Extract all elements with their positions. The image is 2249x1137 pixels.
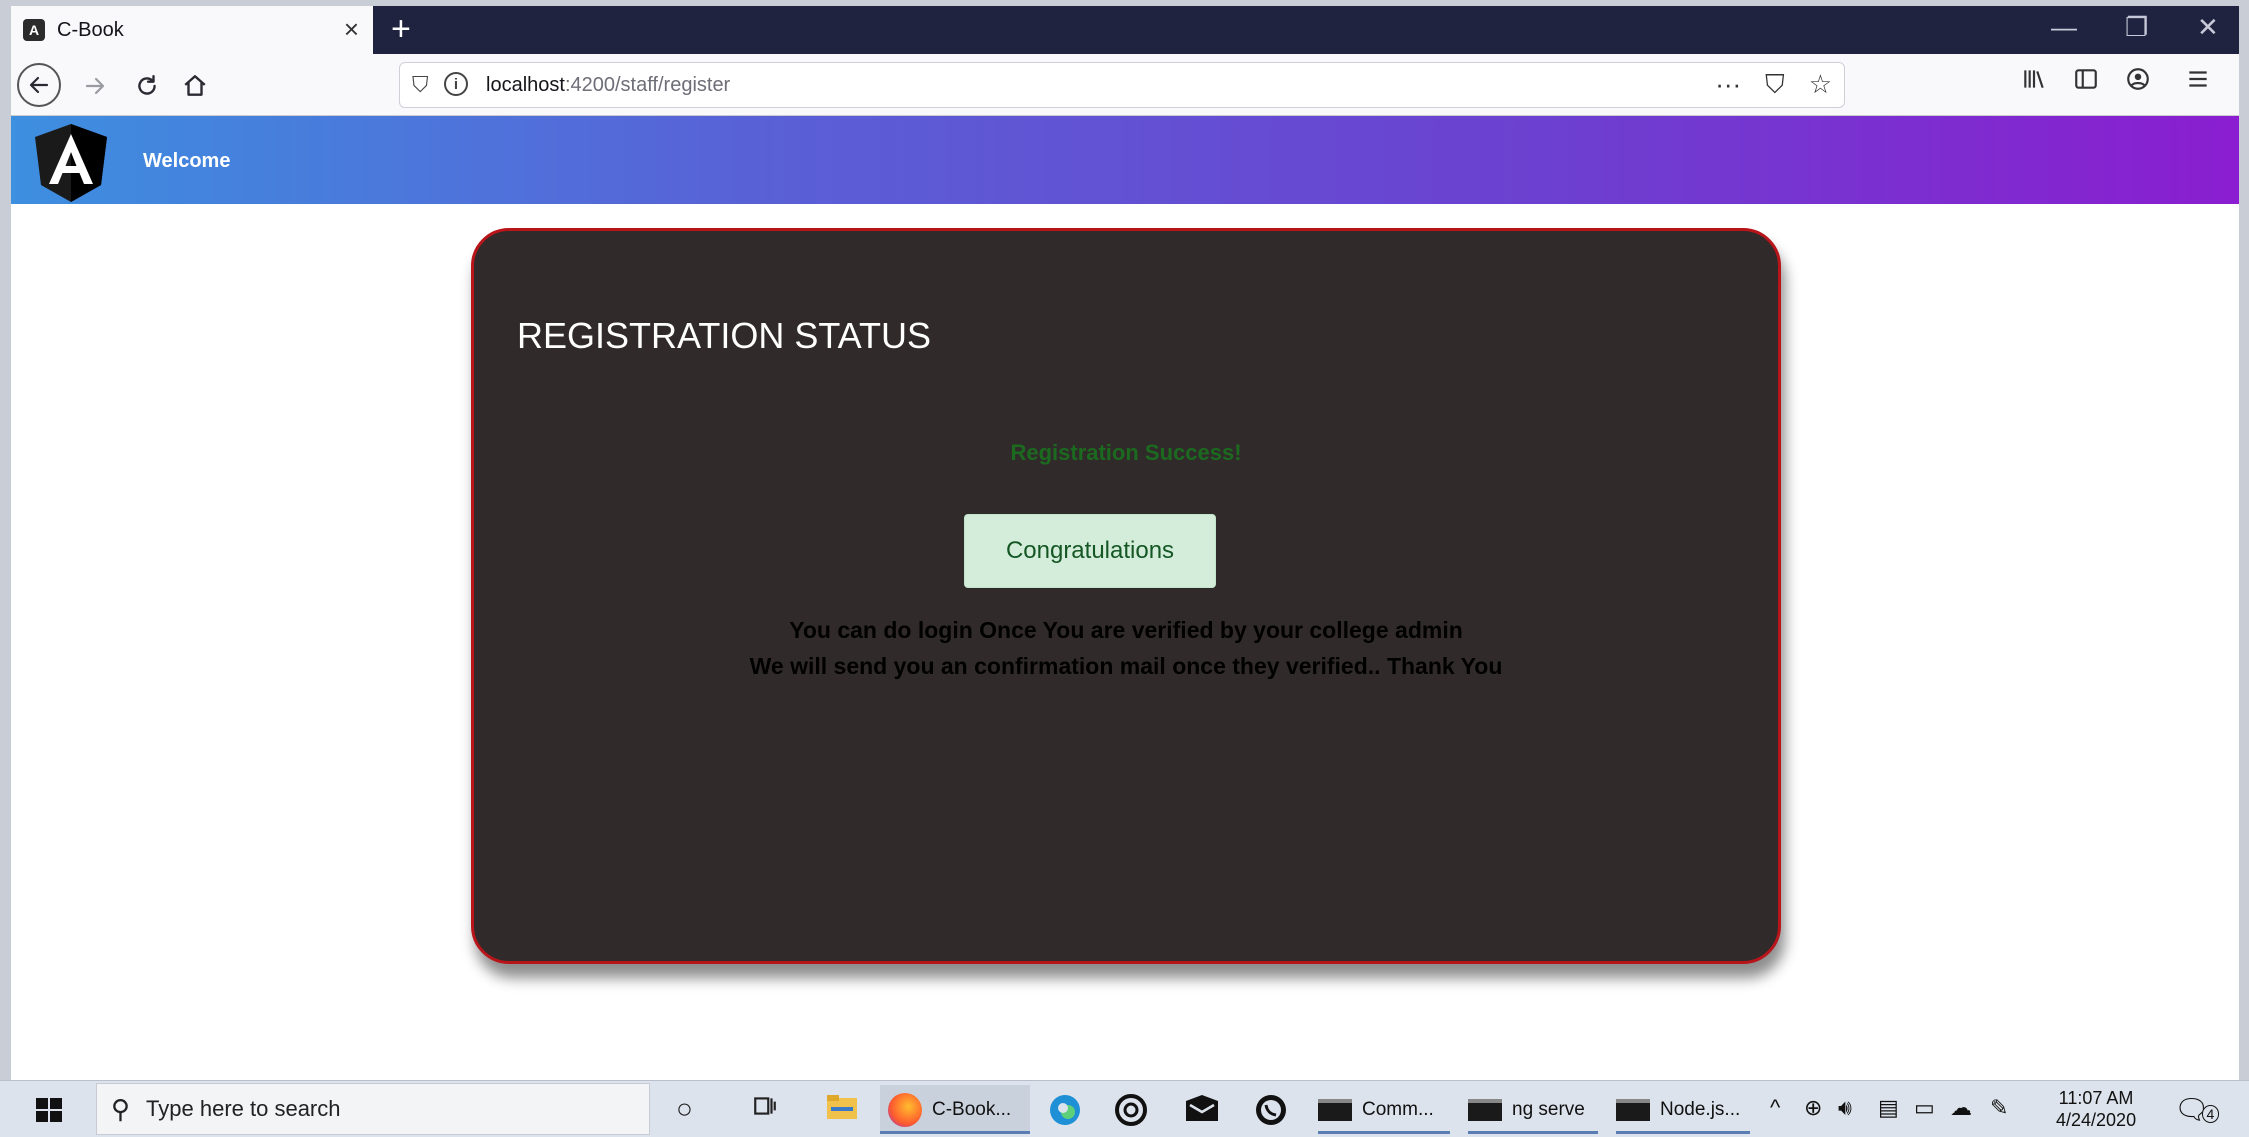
- taskbar-search-box[interactable]: ⚲ Type here to search: [96, 1083, 650, 1135]
- home-button[interactable]: [175, 66, 215, 106]
- tab-bar: A C-Book × + — ❐ ✕: [11, 6, 2239, 54]
- card-title: REGISTRATION STATUS: [517, 315, 932, 356]
- new-tab-button[interactable]: +: [391, 12, 411, 46]
- taskbar-app-command-prompt[interactable]: Comm...: [1318, 1085, 1450, 1134]
- reload-button[interactable]: [127, 66, 167, 106]
- success-message: Registration Success!: [1010, 440, 1242, 465]
- restore-button[interactable]: ❐: [2125, 14, 2148, 40]
- registration-status-card: REGISTRATION STATUS Registration Success…: [471, 228, 1781, 964]
- search-icon: ⚲: [111, 1093, 131, 1124]
- terminal-icon: [1468, 1098, 1502, 1121]
- tab-close-icon[interactable]: ×: [344, 16, 359, 42]
- system-clock[interactable]: 11:07 AM 4/24/2020: [2056, 1087, 2136, 1131]
- battery-icon[interactable]: ▭: [1914, 1095, 1935, 1121]
- firefox-icon: [888, 1092, 922, 1127]
- congratulations-button[interactable]: Congratulations: [964, 514, 1216, 588]
- angular-favicon-icon: A: [23, 19, 45, 41]
- close-window-button[interactable]: ✕: [2197, 14, 2219, 40]
- clock-time: 11:07 AM: [2058, 1088, 2134, 1108]
- pen-icon[interactable]: ✎: [1990, 1095, 2008, 1121]
- keyboard-icon[interactable]: ▤: [1878, 1095, 1899, 1121]
- file-explorer-icon[interactable]: [826, 1093, 858, 1128]
- arrow-right-icon: [85, 77, 105, 95]
- screen-frame: A C-Book × + — ❐ ✕ ⛉ i localhost:4200/st…: [0, 0, 2249, 1137]
- app-header: Welcome: [11, 116, 2239, 204]
- confirmation-message: We will send you an confirmation mail on…: [749, 653, 1503, 679]
- notification-count: 4: [2201, 1105, 2220, 1123]
- windows-start-icon[interactable]: [36, 1098, 62, 1122]
- page-actions: ··· ⛉ ☆: [1715, 69, 1832, 101]
- shield-icon[interactable]: ⛉: [412, 72, 429, 98]
- edge-icon[interactable]: [1048, 1093, 1082, 1134]
- terminal-icon: [1616, 1098, 1650, 1121]
- chrome-like-icon[interactable]: [1114, 1093, 1148, 1134]
- tab-title: C-Book: [57, 18, 124, 41]
- verification-message: You can do login Once You are verified b…: [789, 617, 1463, 643]
- navigation-bar: ⛉ i localhost:4200/staff/register ··· ⛉ …: [11, 54, 2239, 116]
- cortana-icon[interactable]: ○: [676, 1093, 693, 1125]
- info-icon[interactable]: i: [444, 72, 468, 96]
- taskbar-app-label: ng serve: [1512, 1098, 1585, 1120]
- search-placeholder: Type here to search: [146, 1096, 341, 1121]
- notification-center-icon[interactable]: 🗨︎4: [2174, 1093, 2220, 1126]
- task-view-icon[interactable]: [752, 1093, 778, 1126]
- url-text: localhost:4200/staff/register: [486, 74, 730, 97]
- taskbar-app-label: C-Book...: [932, 1098, 1012, 1120]
- back-button[interactable]: [17, 63, 61, 107]
- angular-logo-icon[interactable]: [33, 122, 109, 204]
- library-icon[interactable]: [2021, 66, 2047, 99]
- bookmark-star-icon[interactable]: ☆: [1809, 69, 1832, 101]
- taskbar-app-firefox[interactable]: C-Book...: [880, 1085, 1030, 1134]
- home-icon: [184, 75, 206, 96]
- network-icon[interactable]: ⊕: [1804, 1095, 1822, 1121]
- onedrive-icon[interactable]: ☁: [1950, 1095, 1972, 1121]
- tab-c-book[interactable]: A C-Book ×: [11, 6, 373, 54]
- terminal-icon: [1318, 1098, 1352, 1121]
- more-actions-icon[interactable]: ···: [1715, 69, 1741, 101]
- clock-date: 4/24/2020: [2056, 1110, 2137, 1130]
- taskbar-app-label: Node.js...: [1660, 1098, 1741, 1120]
- url-path: :4200/staff/register: [564, 74, 731, 96]
- sidebar-icon[interactable]: [2073, 66, 2099, 99]
- url-host: localhost: [486, 74, 565, 96]
- volume-icon[interactable]: 🔊︎: [1838, 1095, 1852, 1121]
- browser-window: A C-Book × + — ❐ ✕ ⛉ i localhost:4200/st…: [11, 6, 2239, 1083]
- menu-icon[interactable]: [2185, 66, 2211, 99]
- minimize-button[interactable]: —: [2051, 14, 2077, 40]
- forward-button[interactable]: [75, 66, 115, 106]
- account-icon[interactable]: [2125, 66, 2151, 99]
- mail-icon[interactable]: [1184, 1093, 1220, 1130]
- address-bar[interactable]: ⛉ i localhost:4200/staff/register ··· ⛉ …: [399, 62, 1845, 108]
- arrow-left-icon: [29, 76, 49, 94]
- header-welcome-link[interactable]: Welcome: [143, 150, 230, 173]
- taskbar-app-nodejs[interactable]: Node.js...: [1616, 1085, 1750, 1134]
- taskbar-app-ng-serve[interactable]: ng serve: [1468, 1085, 1598, 1134]
- chevron-up-icon[interactable]: ^: [1770, 1095, 1780, 1121]
- reload-icon: [138, 75, 156, 95]
- taskbar-app-label: Comm...: [1362, 1098, 1434, 1120]
- windows-taskbar: ⚲ Type here to search ○ C-Book... Comm..…: [0, 1080, 2249, 1137]
- whatsapp-icon[interactable]: [1254, 1093, 1288, 1134]
- pocket-icon[interactable]: ⛉: [1765, 69, 1785, 101]
